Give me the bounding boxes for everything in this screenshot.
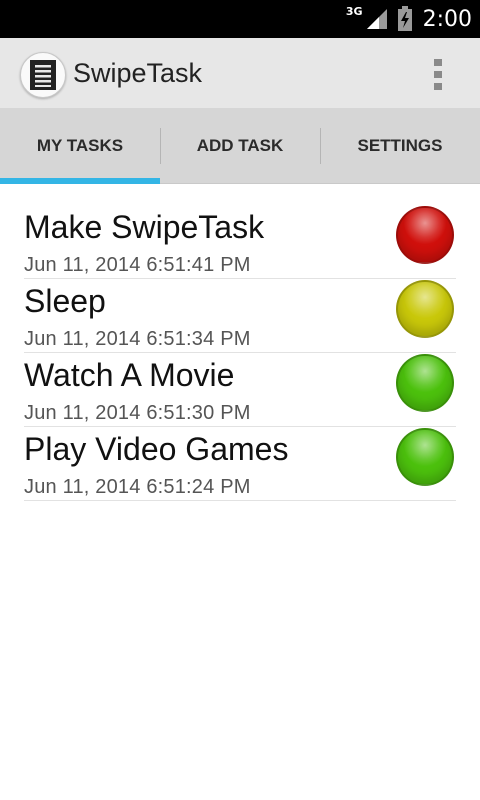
- task-title: Play Video Games: [24, 431, 289, 467]
- action-bar: SwipeTask: [0, 38, 480, 108]
- tab-my-tasks[interactable]: MY TASKS: [0, 108, 160, 183]
- status-bar: 3G 2:00: [0, 0, 480, 38]
- task-title: Watch A Movie: [24, 357, 235, 393]
- signal-icon: [366, 9, 387, 29]
- list-icon[interactable]: [20, 52, 66, 98]
- task-item[interactable]: Make SwipeTask Jun 11, 2014 6:51:41 PM: [24, 205, 456, 279]
- priority-green-icon: [396, 428, 454, 486]
- task-date: Jun 11, 2014 6:51:34 PM: [24, 328, 251, 350]
- task-list: Make SwipeTask Jun 11, 2014 6:51:41 PM S…: [24, 205, 456, 501]
- network-type-label: 3G: [345, 4, 363, 18]
- tab-label: ADD TASK: [196, 135, 284, 155]
- task-title: Make SwipeTask: [24, 209, 265, 245]
- task-date: Jun 11, 2014 6:51:41 PM: [24, 254, 251, 276]
- battery-icon: [397, 6, 412, 31]
- overflow-menu-icon[interactable]: [420, 54, 456, 94]
- tab-add-task[interactable]: ADD TASK: [160, 108, 320, 183]
- status-clock: 2:00: [422, 6, 472, 32]
- task-date: Jun 11, 2014 6:51:24 PM: [24, 476, 251, 498]
- tab-settings[interactable]: SETTINGS: [320, 108, 480, 183]
- task-item[interactable]: Watch A Movie Jun 11, 2014 6:51:30 PM: [24, 353, 456, 427]
- task-title: Sleep: [24, 283, 106, 319]
- status-icons: 3G 2:00: [346, 0, 472, 38]
- tab-label: MY TASKS: [36, 135, 124, 155]
- task-item[interactable]: Sleep Jun 11, 2014 6:51:34 PM: [24, 279, 456, 353]
- selected-tab-indicator: [0, 178, 160, 184]
- tab-bar: MY TASKS ADD TASK SETTINGS: [0, 108, 480, 184]
- priority-red-icon: [396, 206, 454, 264]
- priority-green-icon: [396, 354, 454, 412]
- task-date: Jun 11, 2014 6:51:30 PM: [24, 402, 251, 424]
- app-title: SwipeTask: [73, 58, 203, 88]
- task-item[interactable]: Play Video Games Jun 11, 2014 6:51:24 PM: [24, 427, 456, 501]
- tab-label: SETTINGS: [357, 135, 443, 155]
- priority-yellow-icon: [396, 280, 454, 338]
